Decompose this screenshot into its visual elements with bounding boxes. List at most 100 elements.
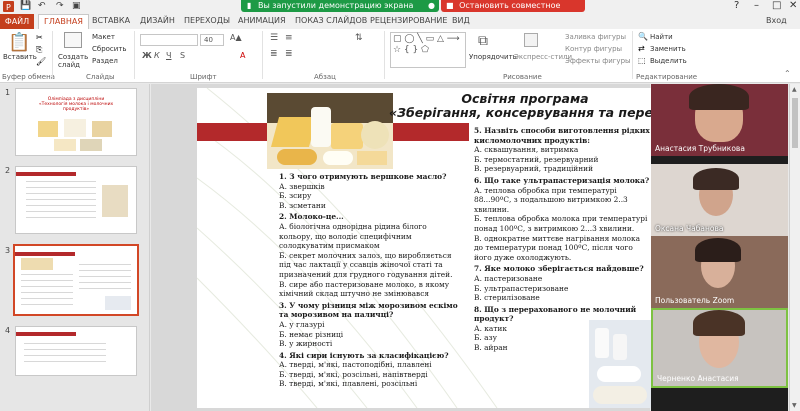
- tab-home[interactable]: ГЛАВНАЯ: [38, 14, 89, 29]
- bold-icon[interactable]: Ж: [142, 51, 152, 60]
- vertical-scrollbar[interactable]: ▲ ▼: [789, 84, 800, 411]
- shape-fill-button[interactable]: Заливка фигуры: [565, 33, 626, 41]
- current-slide[interactable]: Освітня програма «Зберігання, консервува…: [197, 88, 652, 408]
- tab-transitions[interactable]: ПЕРЕХОДЫ: [184, 16, 230, 25]
- question-text: 1. З чого отримують вершкове масло?: [279, 172, 447, 181]
- participant-name: Черненко Анастасия: [657, 374, 739, 383]
- slide-thumbnails-pane: 1 Олімпіада з дисципліни «Технологія мол…: [0, 84, 150, 411]
- save-icon[interactable]: 💾: [20, 1, 31, 11]
- slide-thumbnail-4[interactable]: [15, 326, 137, 376]
- answer-option: А. пастеризоване: [474, 273, 543, 283]
- replace-icon[interactable]: ⇄: [638, 44, 645, 53]
- question-4: 4. Які сири існують за класифікацією? А.…: [279, 351, 461, 389]
- strikethrough-icon[interactable]: S: [180, 51, 185, 60]
- text-direction-icon[interactable]: ⇅: [355, 33, 363, 43]
- answer-option: В. зсметани: [279, 200, 326, 210]
- slide-thumbnail-3-selected[interactable]: [13, 244, 139, 316]
- answer-option: В. однократне миттєве нагрівання молока …: [474, 233, 640, 262]
- paste-label[interactable]: Вставить: [3, 53, 37, 61]
- close-icon[interactable]: ✕: [789, 0, 797, 11]
- participant-tile[interactable]: Оксана Чабанова: [651, 164, 788, 236]
- numbering-icon[interactable]: ≡: [285, 33, 293, 43]
- milk-products-image: [589, 320, 652, 408]
- scrollbar-thumb[interactable]: [792, 98, 798, 148]
- participant-tile[interactable]: Анастасия Трубникова: [651, 84, 788, 156]
- find-button[interactable]: Найти: [650, 33, 673, 41]
- new-slide-icon[interactable]: [64, 32, 82, 48]
- slide-thumbnail-1[interactable]: Олімпіада з дисципліни «Технологія молок…: [15, 88, 137, 156]
- bullets-icon[interactable]: ☰: [270, 33, 278, 43]
- tab-file[interactable]: ФАЙЛ: [0, 14, 34, 29]
- minimize-icon[interactable]: –: [754, 0, 759, 11]
- question-text: 7. Яке молоко зберігається найдовше?: [474, 264, 644, 274]
- italic-icon[interactable]: К: [154, 51, 160, 60]
- shape-effects-button[interactable]: Эффекты фигуры: [565, 57, 631, 65]
- participant-name: Анастасия Трубникова: [655, 144, 745, 153]
- question-text: 6. Що таке ультрапастеризація молока?: [474, 175, 650, 185]
- layout-button[interactable]: Макет: [92, 33, 115, 41]
- tab-insert[interactable]: ВСТАВКА: [92, 16, 130, 25]
- editing-group-label: Редактирование: [636, 73, 698, 81]
- paste-icon[interactable]: 📋: [8, 32, 30, 53]
- ribbon-tabs: ФАЙЛ ГЛАВНАЯ ВСТАВКА ДИЗАЙН ПЕРЕХОДЫ АНИ…: [0, 14, 800, 29]
- find-icon[interactable]: 🔍: [638, 32, 648, 41]
- slide-title-line1: Освітня програма: [461, 91, 589, 106]
- slide-title: Освітня програма «Зберігання, консервува…: [389, 91, 652, 120]
- select-button[interactable]: Выделить: [650, 57, 687, 65]
- title-bar: P 💾 ↶ ↷ ▣ ▮ Вы запустили демонстрацию эк…: [0, 0, 800, 22]
- question-text: 5. Назвіть способи виготовлення рідких к…: [474, 126, 650, 145]
- arrange-button[interactable]: Упорядочить: [469, 53, 517, 61]
- slideshow-icon[interactable]: ▣: [72, 1, 81, 11]
- select-icon[interactable]: ⬚: [638, 56, 646, 65]
- slide-number: 1: [5, 88, 11, 97]
- tab-animation[interactable]: АНИМАЦИЯ: [238, 16, 286, 25]
- redo-icon[interactable]: ↷: [56, 1, 64, 11]
- shape-outline-button[interactable]: Контур фигуры: [565, 45, 622, 53]
- slide-number: 3: [5, 246, 11, 255]
- collapse-ribbon-icon[interactable]: ⌃: [784, 69, 791, 78]
- express-styles-icon[interactable]: [524, 33, 538, 47]
- increase-font-icon[interactable]: A▲: [230, 33, 242, 42]
- scroll-down-icon[interactable]: ▼: [792, 402, 797, 409]
- tab-design[interactable]: ДИЗАЙН: [140, 16, 175, 25]
- format-painter-icon[interactable]: 🖌: [36, 57, 46, 66]
- help-icon[interactable]: ?: [734, 0, 739, 11]
- underline-icon[interactable]: Ч: [166, 51, 171, 60]
- align-left-icon[interactable]: ≣: [270, 49, 278, 59]
- answer-option: Б. тверді, м'які, розсільні, напівтверді: [279, 369, 428, 379]
- arrange-icon[interactable]: ⧉: [478, 33, 488, 49]
- powerpoint-logo-icon: P: [3, 1, 14, 15]
- copy-icon[interactable]: ⎘: [36, 45, 42, 55]
- express-styles-button[interactable]: Экспресс-стили: [514, 53, 572, 61]
- tab-slideshow[interactable]: ПОКАЗ СЛАЙДОВ: [295, 16, 367, 25]
- tab-view[interactable]: ВИД: [452, 16, 470, 25]
- tab-review[interactable]: РЕЦЕНЗИРОВАНИЕ: [370, 16, 447, 25]
- font-family-select[interactable]: [140, 34, 198, 46]
- reset-button[interactable]: Сбросить: [92, 45, 127, 53]
- question-6: 6. Що таке ультрапастеризація молока? А.…: [474, 176, 650, 262]
- answer-option: Б. зсиру: [279, 191, 312, 201]
- slide-number: 2: [5, 166, 11, 175]
- shapes-gallery[interactable]: ▢ ◯ ╲ ▭ △ ⟶ ☆ { } ⬠: [390, 32, 466, 68]
- font-color-icon[interactable]: A: [240, 51, 245, 60]
- login-link[interactable]: Вход: [766, 16, 787, 25]
- cut-icon[interactable]: ✂: [36, 33, 43, 42]
- maximize-icon[interactable]: □: [772, 0, 781, 11]
- scroll-up-icon[interactable]: ▲: [792, 86, 797, 93]
- answer-option: А. біологічна однорідна рідина білого ко…: [279, 221, 427, 251]
- replace-button[interactable]: Заменить: [650, 45, 686, 53]
- undo-icon[interactable]: ↶: [38, 1, 46, 11]
- section-button[interactable]: Раздел: [92, 57, 118, 65]
- align-center-icon[interactable]: ≣: [285, 49, 293, 59]
- dairy-products-image: [267, 93, 393, 169]
- question-text: 3. У чому різниця між морозивом ескімо т…: [279, 300, 458, 320]
- slide-thumbnail-2[interactable]: [15, 166, 137, 234]
- stop-share-button[interactable]: ■ Остановить совместное использование: [441, 0, 585, 22]
- font-size-select[interactable]: 40: [200, 34, 224, 46]
- answer-option: В. стерилізоване: [474, 293, 540, 303]
- participant-tile[interactable]: Пользователь Zoom: [651, 236, 788, 308]
- answer-option: Б. секрет молочних залоз, що виробляєтьс…: [279, 250, 453, 279]
- new-slide-label[interactable]: Создать слайд: [58, 53, 92, 69]
- participant-tile-active-speaker[interactable]: Черненко Анастасия: [651, 308, 788, 388]
- question-3: 3. У чому різниця між морозивом ескімо т…: [279, 301, 461, 349]
